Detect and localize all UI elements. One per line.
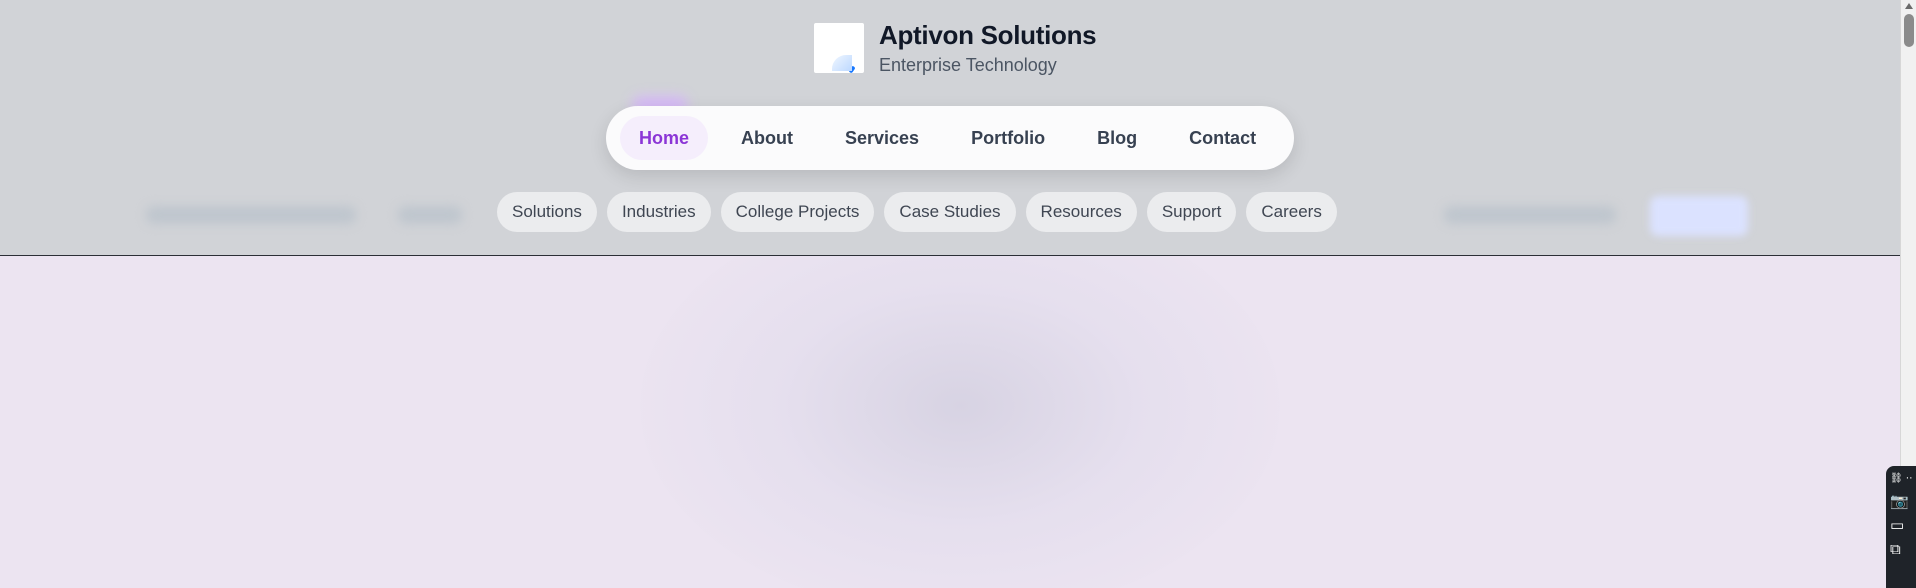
hero-section (0, 256, 1900, 588)
chip-careers[interactable]: Careers (1246, 192, 1337, 232)
site-header: Aptivon Solutions Enterprise Technology … (0, 0, 1900, 256)
scroll-thumb[interactable] (1904, 14, 1914, 47)
nav-item-portfolio[interactable]: Portfolio (952, 116, 1064, 160)
nav-item-home[interactable]: Home (620, 116, 709, 160)
window-icon[interactable]: ⧉ (1890, 540, 1912, 558)
chip-support[interactable]: Support (1146, 192, 1237, 232)
blurred-phone-hint (398, 206, 462, 224)
chip-industries[interactable]: Industries (606, 192, 711, 232)
nav-item-blog[interactable]: Blog (1078, 116, 1156, 160)
hero-glow (640, 256, 1280, 588)
chip-resources[interactable]: Resources (1025, 192, 1137, 232)
blurred-cta-button (1650, 196, 1748, 236)
edge-toolbar: ⛓ ⋯ 📷 ▭ ⧉ (1886, 466, 1916, 588)
brand-title: Aptivon Solutions (879, 20, 1097, 50)
chip-college-projects[interactable]: College Projects (720, 192, 875, 232)
secondary-nav: Solutions Industries College Projects Ca… (497, 192, 1337, 232)
nav-item-services[interactable]: Services (826, 116, 938, 160)
scroll-up-icon[interactable] (1905, 3, 1913, 9)
blurred-email-hint (1444, 206, 1616, 224)
brand-text: Aptivon Solutions Enterprise Technology (879, 20, 1097, 76)
link-icon[interactable]: ⛓ ⋯ (1890, 472, 1912, 486)
chip-case-studies[interactable]: Case Studies (884, 192, 1016, 232)
brand-subtitle: Enterprise Technology (879, 55, 1057, 75)
primary-nav: Home About Services Portfolio Blog Conta… (606, 106, 1294, 170)
video-icon[interactable]: ▭ (1890, 516, 1912, 534)
nav-item-contact[interactable]: Contact (1170, 116, 1275, 160)
logo-icon (814, 23, 864, 73)
blurred-support-hint (146, 206, 356, 224)
brand[interactable]: Aptivon Solutions Enterprise Technology (814, 20, 1097, 76)
chip-solutions[interactable]: Solutions (497, 192, 597, 232)
camera-icon[interactable]: 📷 (1890, 492, 1912, 510)
nav-item-about[interactable]: About (722, 116, 812, 160)
